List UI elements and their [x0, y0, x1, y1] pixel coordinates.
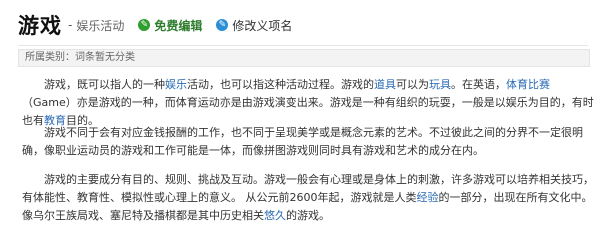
category-link[interactable]: 词条暂无分类 [75, 52, 135, 63]
text-segment: 游戏，既可以指人的一种 [44, 78, 165, 91]
paragraph-3: 游戏的主要成分有目的、规则、挑战及互动。游戏一般会有心理或是身体上的刺激，许多游… [22, 171, 594, 225]
text-segment: 的游戏。 [286, 209, 330, 222]
free-edit-label: 免费编辑 [154, 18, 203, 33]
link-sports-match[interactable]: 体育比赛 [506, 78, 550, 91]
title-category: 娱乐活动 [76, 18, 125, 33]
text-segment: （Game）亦是游戏的一种，而体育运动亦是由游戏演变出来。游戏是一种有组织的玩耍… [22, 96, 594, 127]
edit-icon: ✎ [216, 19, 229, 31]
text-segment: 活动，也可以指这种活动过程。游戏的 [187, 78, 374, 91]
link-experience[interactable]: 经验 [417, 191, 439, 204]
paragraph-2: 游戏不同于会有对应金钱报酬的工作，也不同于呈现美学或是概念元素的艺术。不过彼此之… [22, 126, 583, 157]
link-long-history[interactable]: 悠久 [264, 209, 286, 222]
modify-name-button[interactable]: ✎ 修改义项名 [216, 17, 292, 34]
page-title: 游戏 [18, 14, 62, 38]
modify-name-label: 修改义项名 [232, 18, 293, 33]
title-separator: - [68, 18, 73, 32]
text-segment: 可以为 [396, 78, 429, 91]
link-props[interactable]: 道具 [374, 78, 396, 91]
paragraph-1: 游戏，既可以指人的一种娱乐活动，也可以指这种活动过程。游戏的道具可以为玩具。在英… [22, 76, 594, 130]
text-segment: 。在英语， [451, 78, 506, 91]
free-edit-button[interactable]: ✎ 免费编辑 [138, 17, 202, 34]
link-toys[interactable]: 玩具 [429, 78, 451, 91]
header-divider [18, 45, 588, 46]
category-bar: 所属类别：词条暂无分类 [18, 49, 590, 67]
link-entertainment[interactable]: 娱乐 [165, 78, 187, 91]
page-header: 游戏 - 娱乐活动 ✎ 免费编辑 ✎ 修改义项名 [18, 10, 292, 40]
pencil-icon: ✎ [138, 19, 151, 31]
category-label: 所属类别： [25, 52, 75, 63]
